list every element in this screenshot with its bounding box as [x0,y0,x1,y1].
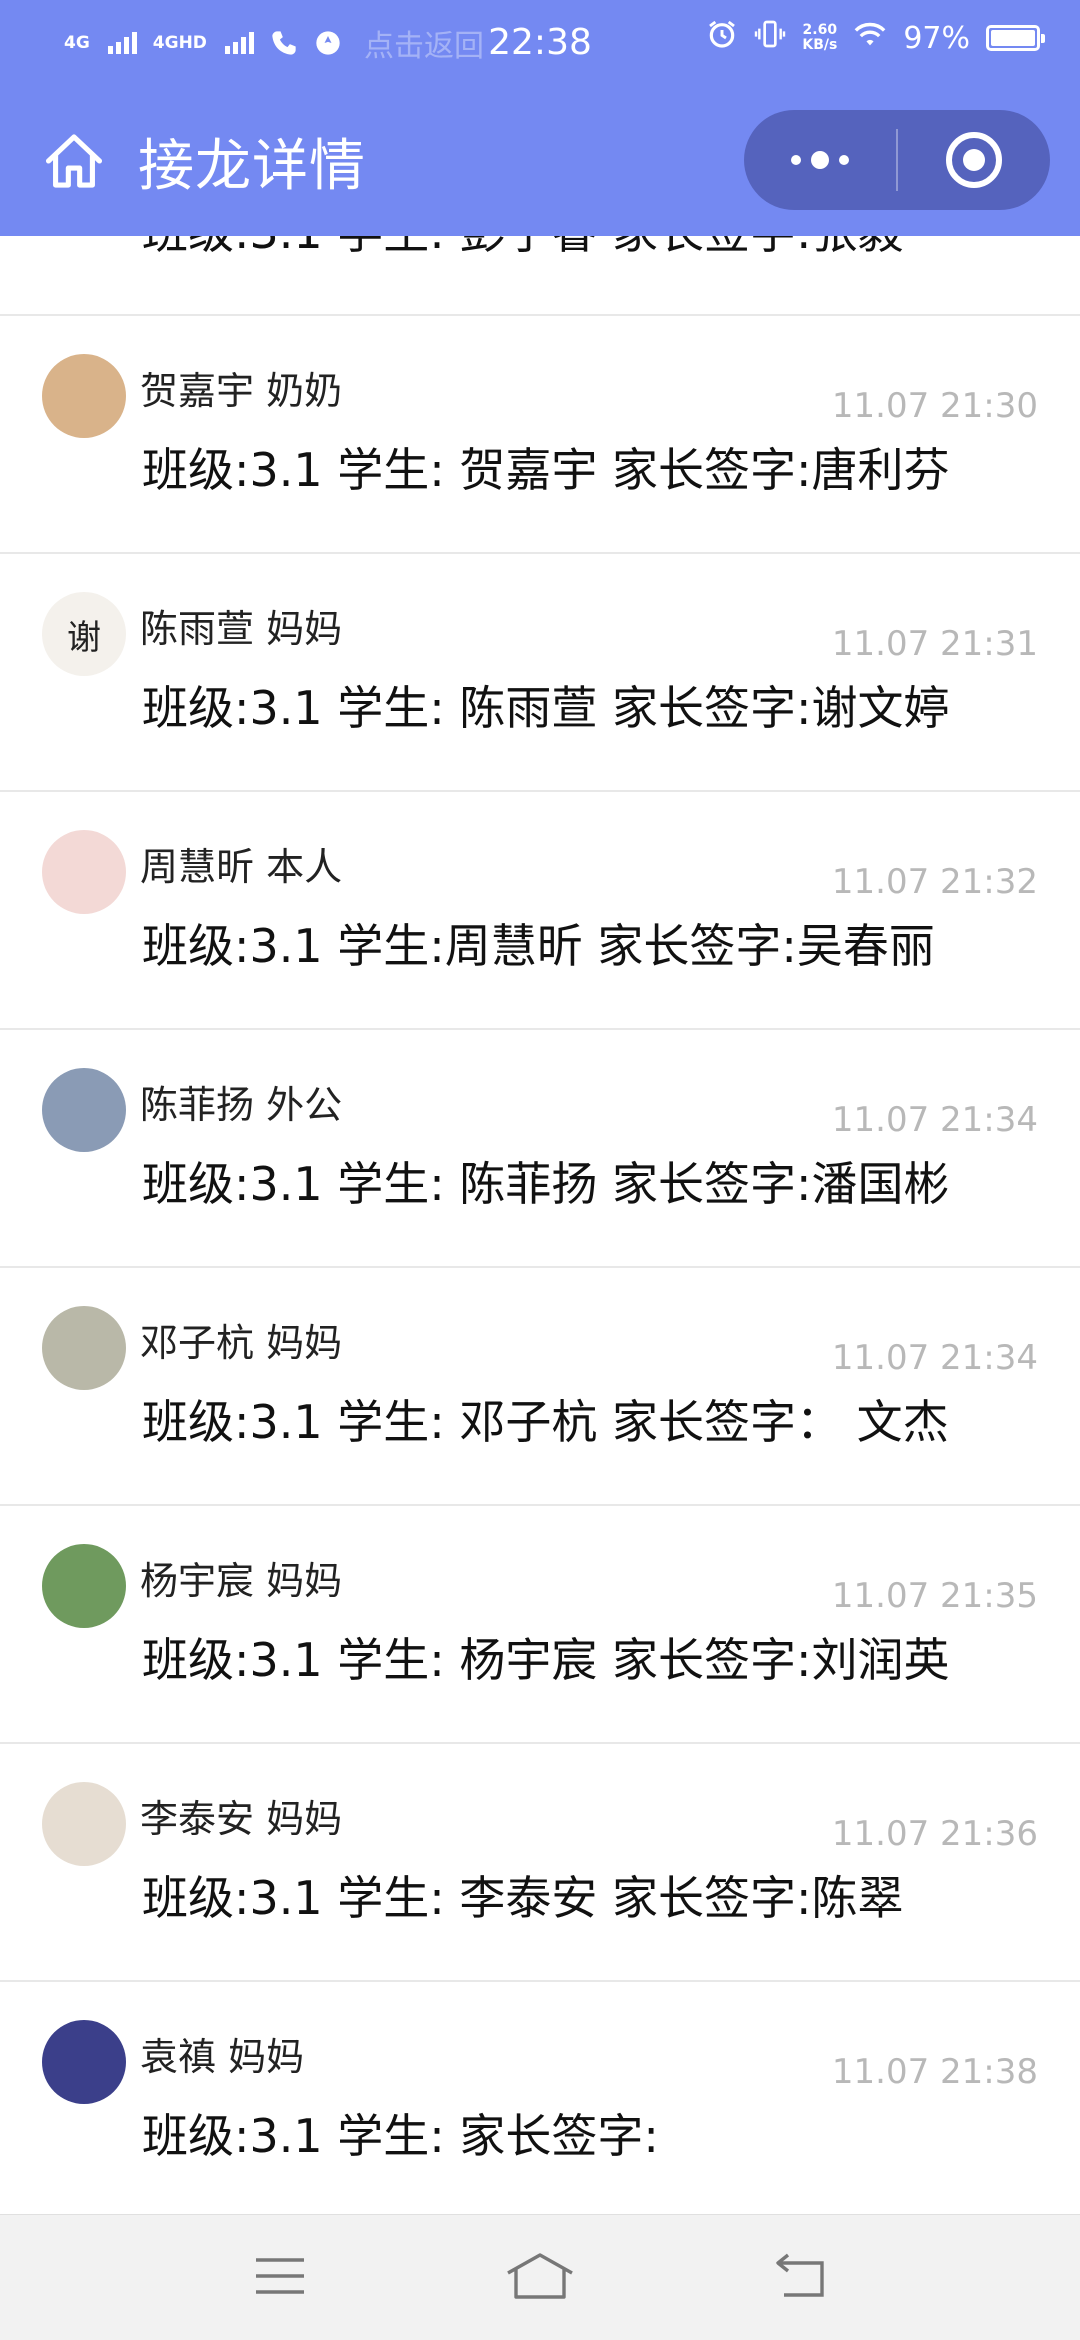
entries-list-inner: 彭子睿 妈妈 11.07 21:30 班级:3.1 学生: 彭子睿 家长签字:张… [0,236,1080,2214]
participant-name: 邓子杭 妈妈 [140,1321,343,1365]
participant-name: 陈雨萱 妈妈 [140,607,343,651]
avatar[interactable] [42,2020,126,2104]
participant-name: 周慧昕 本人 [140,845,343,889]
entry-content: 班级:3.1 学生: 陈菲扬 家长签字:潘国彬 [142,1157,950,1211]
wifi-icon [853,19,887,57]
participant-name: 李泰安 妈妈 [140,1797,343,1841]
system-nav-bar [0,2214,1080,2340]
entry-time: 11.07 21:36 [831,1814,1038,1854]
entry-time: 11.07 21:31 [831,624,1038,664]
participant-name: 袁禛 妈妈 [140,2035,305,2079]
more-dots-icon [791,151,849,169]
page-title: 接龙详情 [138,133,366,199]
list-item[interactable]: 陈菲扬 外公 11.07 21:34 班级:3.1 学生: 陈菲扬 家长签字:潘… [0,1030,1080,1268]
home-outline-icon [504,2251,576,2305]
entry-content: 班级:3.1 学生: 贺嘉宇 家长签字:唐利芬 [142,443,950,497]
participant-name: 杨宇宸 妈妈 [140,1559,343,1603]
entry-content: 班级:3.1 学生: 彭子睿 家长签字:张毅 [142,236,904,262]
alarm-icon [706,18,738,58]
phone-icon [270,28,298,58]
avatar[interactable] [42,1306,126,1390]
menu-icon [252,2254,308,2302]
more-button[interactable] [744,110,896,210]
list-item[interactable]: 贺嘉宇 奶奶 11.07 21:30 班级:3.1 学生: 贺嘉宇 家长签字:唐… [0,316,1080,554]
network-speed: 2.60 KB/s [802,23,837,53]
entry-content: 班级:3.1 学生: 陈雨萱 家长签字:谢文婷 [142,681,950,735]
entry-content: 班级:3.1 学生: 杨宇宸 家长签字:刘润英 [142,1633,950,1687]
entry-content: 班级:3.1 学生: 邓子杭 家长签字： 文杰 [142,1395,949,1449]
app-header: 接龙详情 [0,86,1080,236]
entry-time: 11.07 21:38 [831,2052,1038,2092]
avatar[interactable] [42,1544,126,1628]
list-item[interactable]: 周慧昕 本人 11.07 21:32 班级:3.1 学生:周慧昕 家长签字:吴春… [0,792,1080,1030]
battery-percent: 97% [903,20,970,56]
signal-bars-icon-2 [224,32,254,54]
vibrate-icon [754,18,786,58]
entry-time: 11.07 21:30 [831,386,1038,426]
entry-time: 11.07 21:34 [831,1100,1038,1140]
compass-icon [314,28,342,58]
network-speed-value: 2.60 [802,22,838,38]
avatar[interactable] [42,354,126,438]
list-item[interactable]: 邓子杭 妈妈 11.07 21:34 班级:3.1 学生: 邓子杭 家长签字： … [0,1268,1080,1506]
home-button[interactable] [485,2233,595,2323]
entry-content: 班级:3.1 学生: 家长签字: [142,2109,659,2163]
menu-button[interactable] [225,2233,335,2323]
back-to-chat-hint[interactable]: 点击返回 [364,21,564,65]
list-item[interactable]: 袁禛 妈妈 11.07 21:38 班级:3.1 学生: 家长签字: [0,1982,1080,2214]
target-icon [945,132,1002,188]
entry-content: 班级:3.1 学生:周慧昕 家长签字:吴春丽 [142,919,935,973]
network-speed-unit: KB/s [802,37,838,53]
avatar[interactable] [42,1068,126,1152]
status-left: 4G 4GHD [64,27,344,59]
home-icon[interactable] [40,127,108,195]
entry-time: 11.07 21:32 [831,862,1038,902]
list-item[interactable]: 李泰安 妈妈 11.07 21:36 班级:3.1 学生: 李泰安 家长签字:陈… [0,1744,1080,1982]
signal-bars-icon [107,32,137,54]
participant-name: 贺嘉宇 奶奶 [140,369,343,413]
battery-icon [986,25,1045,51]
list-item[interactable]: 谢 陈雨萱 妈妈 11.07 21:31 班级:3.1 学生: 陈雨萱 家长签字… [0,554,1080,792]
participant-name: 陈菲扬 外公 [140,1083,343,1127]
mini-program-capsule [744,110,1050,210]
status-bar: 4G 4GHD 点击返回 22:38 2.60 KB/s 97% [0,0,1080,86]
network-4g-label: 4G [64,32,90,53]
entry-content: 班级:3.1 学生: 李泰安 家长签字:陈翠 [142,1871,904,1925]
list-item[interactable]: 彭子睿 妈妈 11.07 21:30 班级:3.1 学生: 彭子睿 家长签字:张… [0,236,1080,316]
entry-time: 11.07 21:35 [831,1576,1038,1616]
avatar[interactable] [42,830,126,914]
back-icon [770,2253,830,2303]
network-4ghd-label: 4GHD [152,32,207,53]
list-item[interactable]: 杨宇宸 妈妈 11.07 21:35 班级:3.1 学生: 杨宇宸 家长签字:刘… [0,1506,1080,1744]
avatar[interactable] [42,1782,126,1866]
entry-time: 11.07 21:34 [831,1338,1038,1378]
back-button[interactable] [745,2233,855,2323]
avatar[interactable]: 谢 [42,592,126,676]
close-mini-program-button[interactable] [898,110,1050,210]
status-right: 2.60 KB/s 97% [706,18,1045,58]
entries-list[interactable]: 彭子睿 妈妈 11.07 21:30 班级:3.1 学生: 彭子睿 家长签字:张… [0,236,1080,2214]
